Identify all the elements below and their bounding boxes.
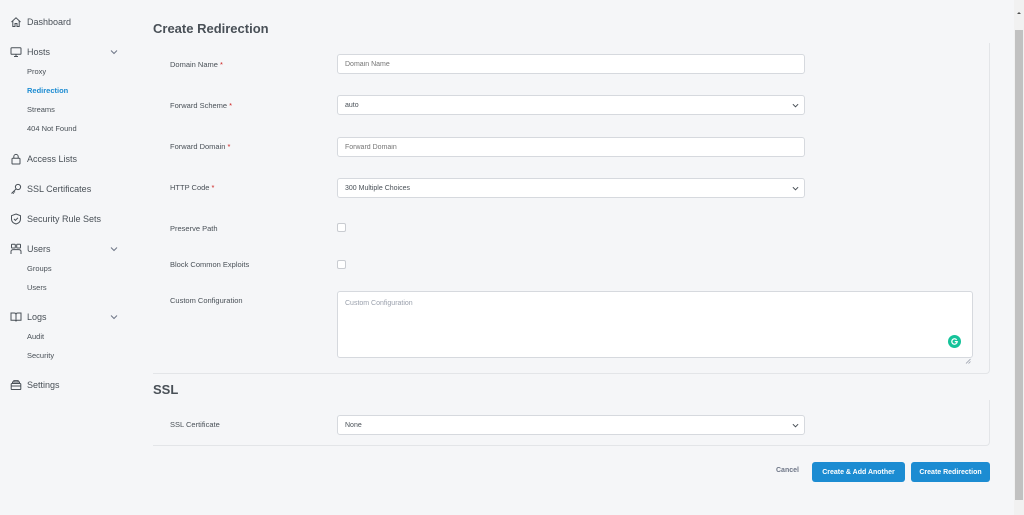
sidebar-item-label: Security Rule Sets: [27, 214, 102, 224]
create-redirection-button[interactable]: Create Redirection: [911, 462, 990, 482]
scrollbar-thumb[interactable]: [1015, 30, 1023, 500]
sidebar-item-label: Logs: [27, 312, 47, 322]
users-icon: [10, 243, 22, 255]
scroll-down-icon[interactable]: [1016, 506, 1022, 512]
sidebar-subitem-users[interactable]: Users: [27, 283, 47, 292]
shield-check-icon: [10, 213, 22, 225]
lock-icon: [10, 153, 22, 165]
sidebar-item-users[interactable]: Users: [10, 243, 51, 255]
sidebar-subitem-groups[interactable]: Groups: [27, 264, 52, 273]
preserve-path-checkbox[interactable]: [337, 223, 346, 232]
sidebar-subitem-404[interactable]: 404 Not Found: [27, 124, 77, 133]
page-title: Create Redirection: [153, 21, 269, 36]
forward-domain-input[interactable]: [337, 137, 805, 157]
forward-scheme-label: Forward Scheme *: [170, 101, 233, 110]
ssl-certificate-select[interactable]: None: [337, 415, 805, 435]
create-add-another-button[interactable]: Create & Add Another: [812, 462, 905, 482]
chevron-down-icon[interactable]: [110, 245, 118, 253]
sidebar-subitem-audit[interactable]: Audit: [27, 332, 44, 341]
domain-name-label: Domain Name *: [170, 60, 223, 69]
chevron-down-icon[interactable]: [110, 313, 118, 321]
chevron-down-icon[interactable]: [110, 48, 118, 56]
home-icon: [10, 16, 22, 28]
sidebar-item-label: Users: [27, 244, 51, 254]
block-common-exploits-label: Block Common Exploits: [170, 260, 250, 269]
chevron-down-icon: [792, 422, 799, 429]
domain-name-input[interactable]: [337, 54, 805, 74]
chevron-down-icon: [792, 185, 799, 192]
cancel-button[interactable]: Cancel: [770, 466, 805, 476]
resize-handle-icon[interactable]: [965, 351, 971, 364]
sidebar-subitem-security[interactable]: Security: [27, 351, 54, 360]
sidebar-item-label: Settings: [27, 380, 60, 390]
sidebar-item-security-rule-sets[interactable]: Security Rule Sets: [10, 213, 101, 225]
key-icon: [10, 183, 22, 195]
sidebar-item-label: Access Lists: [27, 154, 78, 164]
scroll-up-icon[interactable]: [1016, 3, 1022, 14]
sidebar-subitem-streams[interactable]: Streams: [27, 105, 55, 114]
sidebar-item-logs[interactable]: Logs: [10, 311, 47, 323]
settings-icon: [10, 379, 22, 391]
forward-scheme-select[interactable]: auto: [337, 95, 805, 115]
sidebar-item-label: Dashboard: [27, 17, 72, 27]
ssl-certificate-label: SSL Certificate: [170, 420, 220, 429]
custom-configuration-textarea[interactable]: Custom Configuration: [337, 291, 973, 358]
http-code-select[interactable]: 300 Multiple Choices: [337, 178, 805, 198]
chevron-down-icon: [792, 102, 799, 109]
sidebar-item-settings[interactable]: Settings: [10, 379, 60, 391]
monitor-icon: [10, 46, 22, 58]
block-common-exploits-checkbox[interactable]: [337, 260, 346, 269]
sidebar-item-ssl-certificates[interactable]: SSL Certificates: [10, 183, 91, 195]
http-code-label: HTTP Code *: [170, 183, 215, 192]
sidebar-item-hosts[interactable]: Hosts: [10, 46, 50, 58]
forward-domain-label: Forward Domain *: [170, 142, 231, 151]
sidebar-item-label: SSL Certificates: [27, 184, 92, 194]
grammarly-icon[interactable]: [948, 335, 961, 348]
sidebar-item-label: Hosts: [27, 47, 51, 57]
ssl-section-title: SSL: [153, 382, 179, 397]
sidebar-subitem-redirection[interactable]: Redirection: [27, 86, 68, 95]
sidebar: Dashboard Hosts Proxy Redirection Stream…: [0, 0, 135, 515]
sidebar-item-access-lists[interactable]: Access Lists: [10, 153, 77, 165]
sidebar-item-dashboard[interactable]: Dashboard: [10, 16, 71, 28]
sidebar-subitem-proxy[interactable]: Proxy: [27, 67, 46, 76]
custom-configuration-label: Custom Configuration: [170, 296, 243, 305]
book-open-icon: [10, 311, 22, 323]
preserve-path-label: Preserve Path: [170, 224, 218, 233]
